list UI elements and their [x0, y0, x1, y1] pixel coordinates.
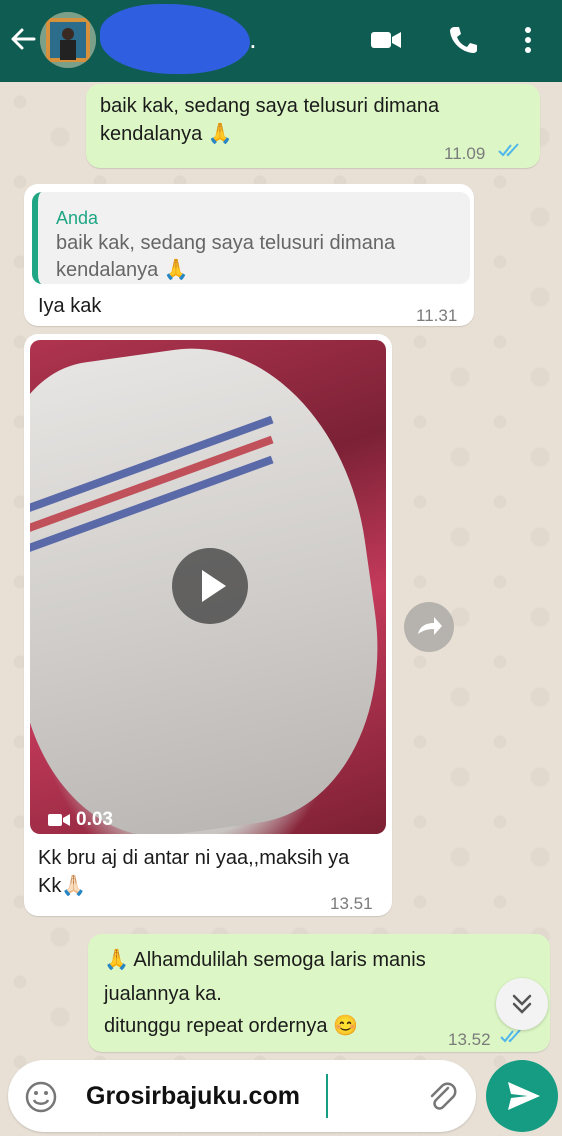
quote-author: Anda	[56, 208, 99, 228]
avatar[interactable]	[40, 12, 96, 68]
send-icon	[508, 1082, 540, 1110]
more-options-icon[interactable]	[510, 22, 546, 58]
play-icon	[202, 570, 226, 602]
message-text-line: ditunggu repeat ordernya 😊	[104, 1015, 358, 1037]
back-arrow-icon[interactable]	[8, 24, 38, 54]
emoji-icon[interactable]	[24, 1080, 58, 1114]
incoming-video-message[interactable]: 0.03 Kk bru aj di antar ni yaa,,maksih y…	[24, 334, 392, 916]
message-text-line: jualannya ka.	[104, 983, 222, 1005]
redaction-blob	[100, 4, 250, 74]
message-time: 11.09	[444, 144, 486, 163]
text-cursor	[326, 1074, 328, 1118]
video-duration: 0.03	[76, 809, 113, 830]
outgoing-message[interactable]: 🙏 Alhamdulilah semoga laris manis jualan…	[88, 934, 550, 1052]
message-text: Iya kak	[38, 295, 102, 317]
video-call-icon[interactable]	[368, 22, 404, 58]
video-caption: Kk bru aj di antar ni yaa,,maksih ya Kk🙏…	[38, 847, 350, 897]
message-time: 11.31	[416, 306, 458, 325]
scroll-to-bottom-button[interactable]	[496, 978, 548, 1030]
message-time: 13.52	[448, 1030, 491, 1049]
incoming-message[interactable]: Anda baik kak, sedang saya telusuri dima…	[24, 184, 474, 326]
attach-icon[interactable]	[424, 1078, 460, 1114]
read-ticks-icon	[498, 143, 519, 157]
play-button[interactable]	[172, 548, 248, 624]
read-ticks-icon	[500, 1029, 521, 1043]
outgoing-message[interactable]: baik kak, sedang saya telusuri dimana ke…	[86, 84, 540, 168]
forward-button[interactable]	[404, 602, 454, 652]
message-input[interactable]: Grosirbajuku.com	[86, 1082, 300, 1111]
forward-icon	[418, 617, 442, 635]
quote-text: baik kak, sedang saya telusuri dimana ke…	[56, 232, 396, 281]
message-composer[interactable]: Grosirbajuku.com	[8, 1060, 476, 1132]
voice-call-icon[interactable]	[444, 22, 480, 58]
message-time: 13.51	[330, 894, 373, 913]
send-button[interactable]	[486, 1060, 558, 1132]
chat-header: Fa a - Sab...	[0, 0, 562, 82]
double-chevron-down-icon	[512, 994, 532, 1014]
message-text: baik kak, sedang saya telusuri dimana ke…	[100, 95, 440, 145]
video-thumbnail[interactable]: 0.03	[30, 340, 386, 834]
video-camera-icon	[48, 814, 70, 826]
quoted-message[interactable]: Anda baik kak, sedang saya telusuri dima…	[32, 192, 470, 284]
message-text-line: 🙏 Alhamdulilah semoga laris manis	[104, 949, 426, 971]
